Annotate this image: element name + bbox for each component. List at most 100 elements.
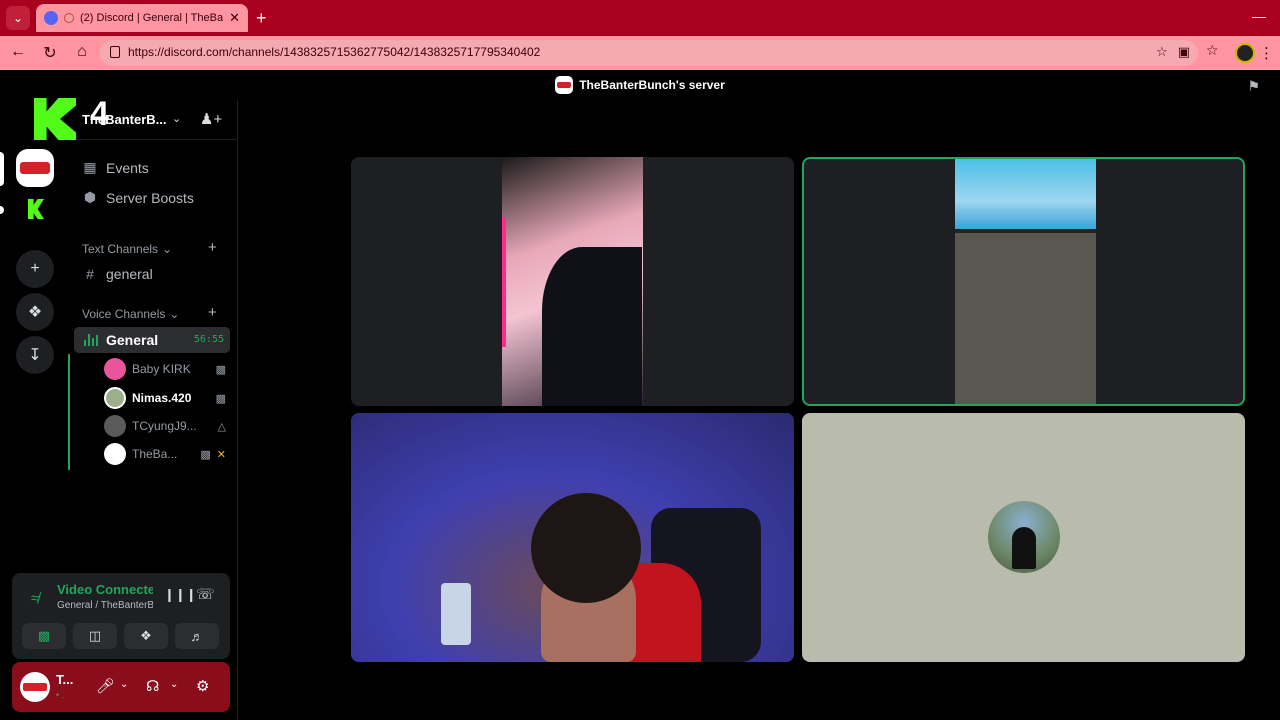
unread-pill — [0, 206, 4, 214]
voice-channel-general[interactable]: General 56:55 — [74, 327, 230, 353]
browser-menu-icon[interactable]: ⋮ — [1259, 44, 1274, 62]
voice-connector-line — [68, 354, 70, 470]
chevron-down-icon[interactable]: ⌄ — [120, 679, 128, 690]
voice-user-name: TheBa... — [132, 447, 178, 461]
muted-icon: ✕ — [216, 448, 226, 461]
user-panel: T... • . 🎤︎ ⌄ ☊ ⌄ ⚙ — [12, 662, 230, 712]
voice-timer: 56:55 — [193, 334, 224, 345]
avatar — [104, 358, 126, 380]
playstation-icon: △ — [217, 420, 226, 433]
chevron-down-icon[interactable]: ⌄ — [172, 112, 181, 125]
participant-tile[interactable] — [802, 413, 1245, 662]
chevron-down-icon: ⌄ — [162, 242, 173, 256]
profile-avatar[interactable] — [1235, 43, 1255, 63]
add-text-channel-icon[interactable]: + — [208, 239, 217, 256]
voice-user[interactable]: TheBa... ▩ ✕ — [104, 442, 226, 466]
add-voice-channel-icon[interactable]: + — [208, 304, 217, 321]
video-feed — [351, 413, 794, 662]
voice-activity-icon — [84, 334, 98, 346]
chevron-down-icon[interactable]: ⌄ — [170, 679, 178, 690]
hashtag-icon: # — [86, 266, 94, 282]
discover-icon[interactable]: ❖ — [16, 293, 54, 331]
connection-status[interactable]: Video Connected — [57, 582, 153, 597]
activities-button[interactable]: ❖ — [124, 623, 168, 649]
avatar[interactable] — [20, 672, 50, 702]
video-camera-icon: ▩ — [215, 392, 226, 405]
noise-suppression-icon[interactable]: ❙❙❙ — [164, 587, 197, 603]
close-tab-icon[interactable]: ✕ — [229, 10, 240, 26]
connection-location[interactable]: General / TheBanterBunch — [57, 600, 153, 611]
voice-connection-panel: ≉ Video Connected General / TheBanterBun… — [12, 573, 230, 659]
video-tile[interactable] — [351, 413, 794, 662]
chevron-down-icon: ⌄ — [169, 307, 180, 321]
user-name[interactable]: T... — [56, 672, 82, 687]
channel-general-text[interactable]: # general — [82, 266, 153, 282]
url-text[interactable]: https://discord.com/channels/14383257153… — [128, 45, 540, 59]
add-server-icon[interactable]: + — [16, 250, 54, 288]
home-icon[interactable]: ⌂ — [72, 43, 92, 61]
category-voice-channels[interactable]: Voice Channels ⌄ — [82, 307, 179, 321]
text-category-label: Text Channels — [82, 242, 159, 256]
invite-people-icon[interactable]: ♟+ — [200, 110, 222, 128]
tab-title: (2) Discord | General | TheBanterBunch — [80, 12, 224, 24]
voice-user-name: Baby KIRK — [132, 362, 191, 376]
settings-gear-icon[interactable]: ⚙ — [196, 677, 209, 695]
discord-app: TheBanterBunch's server ⚑ + ❖ ↧ TheBante… — [0, 70, 1280, 720]
avatar — [988, 501, 1060, 573]
download-icon[interactable]: ↧ — [16, 336, 54, 374]
active-server-pill — [0, 152, 4, 186]
reload-icon[interactable]: ↻ — [40, 43, 60, 63]
browser-tab-bar: ⌄ (2) Discord | General | TheBanterBunch… — [0, 0, 1280, 36]
new-tab-icon[interactable]: + — [256, 7, 267, 29]
window-title-bar: TheBanterBunch's server — [0, 70, 1280, 100]
video-tile[interactable] — [351, 157, 794, 406]
bookmark-star-icon[interactable]: ☆ — [1156, 44, 1168, 60]
server-icon-banterbunch[interactable] — [16, 149, 54, 187]
video-feed — [502, 157, 643, 406]
favorites-icon[interactable]: ☆ — [1206, 42, 1219, 59]
camera-permission-icon[interactable]: ▣ — [1178, 44, 1190, 60]
voice-channel-label: General — [106, 332, 159, 348]
voice-user[interactable]: Nimas.420 ▩ — [104, 386, 226, 410]
discord-favicon-icon — [44, 11, 58, 25]
microphone-icon[interactable]: 🎤︎ — [96, 677, 115, 695]
avatar — [104, 387, 126, 409]
sidebar-item-events[interactable]: ▦ Events — [82, 159, 149, 176]
window-title: TheBanterBunch's server — [579, 78, 725, 92]
video-tile-speaking[interactable] — [802, 157, 1245, 406]
back-icon[interactable]: ← — [8, 43, 28, 61]
headphones-icon[interactable]: ☊ — [146, 677, 159, 695]
voice-category-label: Voice Channels — [82, 307, 166, 321]
inbox-flag-icon[interactable]: ⚑ — [1247, 78, 1260, 95]
voice-user-name: TCyungJ9... — [132, 419, 197, 433]
avatar — [104, 415, 126, 437]
sidebar-item-server-boosts[interactable]: ⬢ Server Boosts — [82, 189, 194, 206]
voice-user[interactable]: TCyungJ9... △ — [104, 414, 226, 438]
browser-tab[interactable]: (2) Discord | General | TheBanterBunch ✕ — [36, 4, 248, 32]
events-label: Events — [106, 159, 149, 176]
voice-user[interactable]: Baby KIRK ▩ — [104, 357, 226, 381]
url-bar[interactable]: https://discord.com/channels/14383257153… — [100, 40, 1198, 66]
avatar — [104, 443, 126, 465]
tab-audio-icon[interactable] — [64, 13, 74, 23]
minimize-icon[interactable]: — — [1252, 8, 1266, 24]
video-camera-icon: ▩ — [215, 363, 226, 376]
category-text-channels[interactable]: Text Channels ⌄ — [82, 242, 172, 256]
overlay-number: 4 — [90, 95, 109, 133]
camera-button[interactable]: ▩ — [22, 623, 66, 649]
address-toolbar: ← ↻ ⌂ https://discord.com/channels/14383… — [0, 36, 1280, 70]
text-channel-label: general — [106, 266, 153, 282]
boost-icon: ⬢ — [83, 189, 97, 205]
screen-share-button[interactable]: ◫ — [73, 623, 117, 649]
user-status: • . — [56, 690, 65, 700]
video-feed — [955, 159, 1096, 404]
lock-icon[interactable] — [110, 46, 120, 58]
disconnect-icon[interactable]: ☏ — [196, 585, 215, 603]
tab-list-button[interactable]: ⌄ — [6, 6, 30, 30]
voice-user-name: Nimas.420 — [132, 391, 192, 405]
soundboard-button[interactable]: ♬ — [175, 623, 219, 649]
server-boosts-label: Server Boosts — [106, 189, 194, 206]
calendar-icon: ▦ — [83, 159, 97, 175]
connection-signal-icon[interactable]: ≉ — [22, 585, 48, 611]
server-mini-icon — [555, 76, 574, 94]
